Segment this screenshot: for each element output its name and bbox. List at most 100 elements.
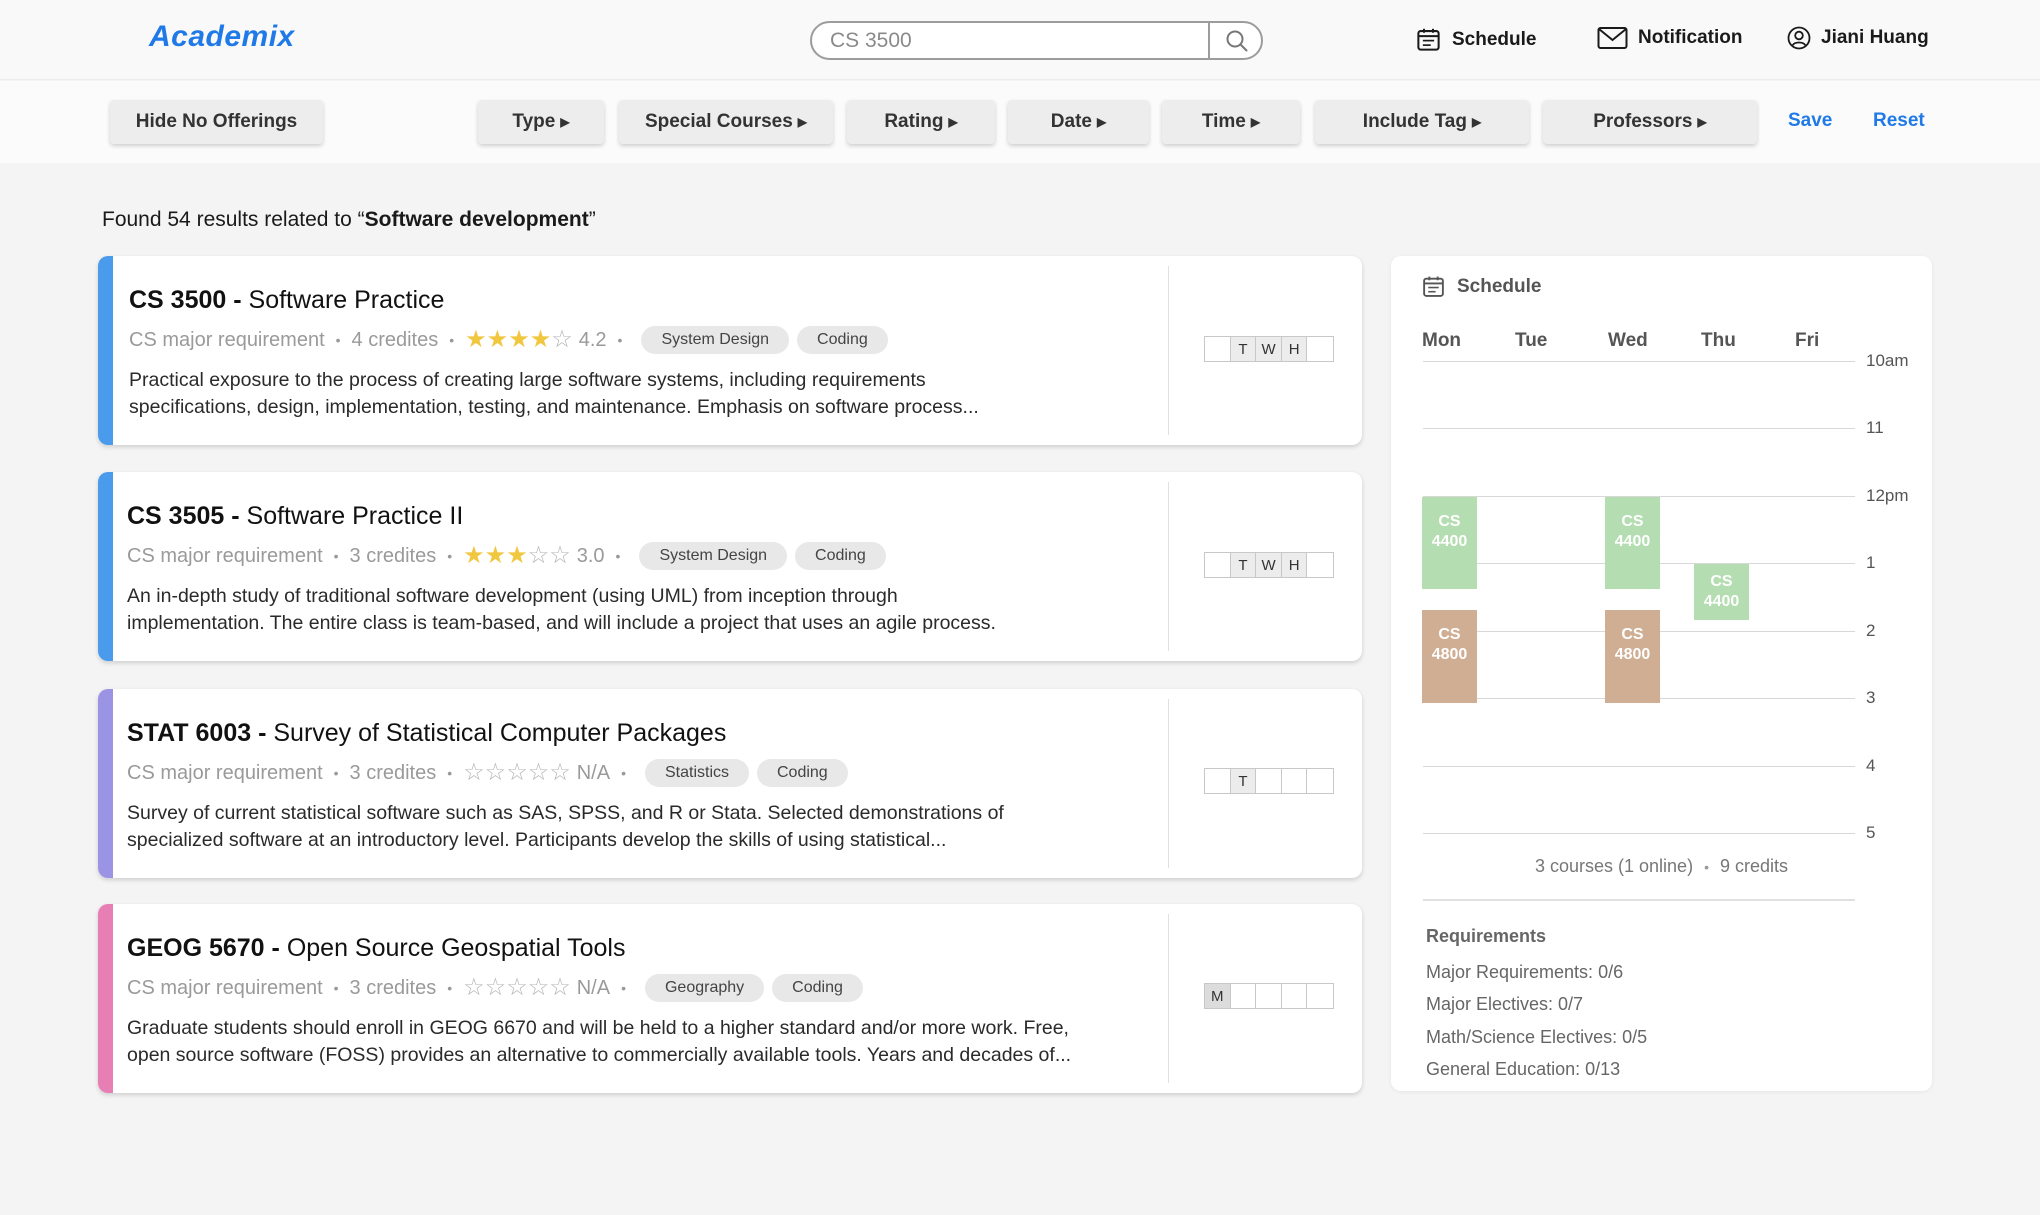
course-description-line: specialized software at an introductory …	[127, 829, 947, 851]
course-tag[interactable]: Coding	[772, 974, 863, 1002]
hour-gridline	[1423, 766, 1855, 767]
separator-dot: •	[447, 548, 453, 564]
schedule-summary: 3 courses (1 online) • 9 credits	[1391, 856, 1932, 877]
weekday-cell	[1231, 984, 1257, 1008]
search-input[interactable]	[830, 29, 1200, 53]
caret-right-icon: ▶	[560, 115, 570, 129]
course-tag[interactable]: System Design	[641, 326, 790, 354]
requirement-item: Major Requirements: 0/6	[1426, 962, 1624, 982]
hour-label: 5	[1866, 823, 1876, 842]
weekday-indicator: TWH	[1204, 552, 1334, 578]
course-tag[interactable]: Coding	[797, 326, 888, 354]
nav-schedule-label: Schedule	[1452, 28, 1537, 50]
course-title[interactable]: STAT 6003 - Survey of Statistical Comput…	[127, 719, 726, 748]
separator-dot: •	[447, 980, 453, 996]
hour-gridline	[1423, 833, 1855, 834]
include-tag-filter-button[interactable]: Include Tag ▶	[1315, 100, 1529, 144]
requirement-item: Math/Science Electives: 0/5	[1426, 1027, 1648, 1047]
weekday-cell: T	[1230, 769, 1257, 793]
separator-dot: •	[621, 980, 626, 996]
schedule-block-cs4400-thu[interactable]: CS 4400	[1694, 564, 1749, 620]
course-description-line: Graduate students should enroll in GEOG …	[127, 1017, 1069, 1039]
weekday-cell	[1307, 553, 1333, 577]
date-filter-label: Date	[1050, 111, 1092, 132]
schedule-block-cs4800-mon[interactable]: CS 4800	[1422, 610, 1477, 703]
course-credits: 3 credites	[349, 976, 437, 999]
star-filled-icon: ★	[486, 326, 509, 353]
calendar-icon	[1417, 28, 1440, 51]
separator-dot: •	[621, 765, 626, 781]
separator-dot: •	[333, 548, 339, 564]
weekday-cell: M	[1205, 984, 1231, 1008]
time-filter-label: Time	[1201, 111, 1246, 132]
calendar-icon	[1423, 276, 1444, 297]
schedule-block-cs4400-wed[interactable]: CS 4400	[1605, 497, 1660, 589]
course-card[interactable]: STAT 6003 - Survey of Statistical Comput…	[98, 689, 1362, 878]
star-empty-icon: ☆	[549, 974, 571, 1001]
caret-right-icon: ▶	[1096, 115, 1107, 129]
hour-label: 12pm	[1866, 486, 1909, 505]
course-tag[interactable]: System Design	[639, 542, 788, 570]
hide-no-offerings-button[interactable]: Hide No Offerings	[110, 100, 323, 144]
course-tag[interactable]: Statistics	[644, 759, 749, 787]
hour-label: 3	[1866, 688, 1876, 707]
results-suffix: ”	[588, 208, 596, 231]
rating-filter-button[interactable]: Rating ▶	[847, 100, 995, 144]
course-description: Survey of current statistical software s…	[127, 800, 1137, 854]
card-divider	[1168, 699, 1169, 868]
weekday-cell	[1307, 984, 1333, 1008]
weekday-indicator: M	[1204, 983, 1334, 1009]
nav-user[interactable]: Jiani Huang	[1787, 26, 1929, 50]
course-title[interactable]: CS 3505 - Software Practice II	[127, 502, 463, 531]
card-divider	[1168, 914, 1169, 1083]
course-tag[interactable]: Coding	[795, 542, 886, 570]
star-empty-icon: ☆	[484, 759, 507, 786]
weekday-cell: H	[1281, 337, 1308, 361]
course-description-line: implementation. The entire class is team…	[127, 612, 996, 634]
weekday-cell	[1256, 769, 1282, 793]
type-filter-label: Type	[512, 111, 556, 132]
separator-dot: •	[617, 332, 623, 348]
course-credits: 4 credites	[351, 328, 439, 351]
nav-notification-label: Notification	[1638, 27, 1743, 48]
course-title[interactable]: GEOG 5670 - Open Source Geospatial Tools	[127, 934, 625, 963]
day-header-mon: Mon	[1422, 330, 1462, 351]
course-description-line: open source software (FOSS) provides an …	[127, 1044, 1072, 1066]
star-filled-icon: ★	[506, 542, 528, 569]
card-divider	[1168, 266, 1169, 435]
app-logo[interactable]: Academix	[149, 20, 295, 54]
star-filled-icon: ★	[508, 326, 530, 353]
date-filter-button[interactable]: Date ▶	[1008, 100, 1149, 144]
day-header-tue: Tue	[1515, 330, 1548, 351]
special-courses-filter-button[interactable]: Special Courses ▶	[619, 100, 833, 144]
course-card[interactable]: GEOG 5670 - Open Source Geospatial Tools…	[98, 904, 1362, 1093]
course-requirement: CS major requirement	[127, 976, 323, 999]
search-bar	[810, 21, 1263, 60]
course-meta: CS major requirement • 3 credites • ☆ ☆ ☆ ☆…	[127, 974, 863, 1002]
save-button[interactable]: Save	[1788, 110, 1832, 132]
course-card[interactable]: CS 3500 - Software Practice CS major req…	[98, 256, 1362, 445]
course-title[interactable]: CS 3500 - Software Practice	[129, 286, 444, 315]
star-empty-icon: ☆	[549, 759, 571, 786]
card-accent-bar	[98, 472, 113, 661]
professors-filter-button[interactable]: Professors ▶	[1543, 100, 1757, 144]
schedule-block-cs4800-wed[interactable]: CS 4800	[1605, 610, 1660, 703]
course-tag[interactable]: Geography	[644, 974, 765, 1002]
search-button[interactable]	[1212, 23, 1262, 58]
nav-schedule[interactable]: Schedule	[1415, 26, 1536, 53]
nav-notification[interactable]: Notification	[1597, 26, 1743, 50]
star-filled-icon: ★	[465, 326, 487, 353]
course-description: Graduate students should enroll in GEOG …	[127, 1015, 1137, 1069]
course-code: CS 3500 -	[129, 286, 242, 314]
weekday-indicator: TWH	[1204, 336, 1334, 362]
schedule-block-cs4400-mon[interactable]: CS 4400	[1422, 497, 1477, 589]
course-tag[interactable]: Coding	[757, 759, 848, 787]
course-card[interactable]: CS 3505 - Software Practice II CS major …	[98, 472, 1362, 661]
rating-filter-label: Rating	[884, 111, 944, 132]
type-filter-button[interactable]: Type ▶	[478, 100, 604, 144]
time-filter-button[interactable]: Time ▶	[1162, 100, 1300, 144]
hour-gridline	[1423, 361, 1855, 362]
weekday-cell	[1307, 337, 1333, 361]
course-meta: CS major requirement • 4 credites • ★ ★ ★ ★…	[129, 326, 888, 354]
reset-button[interactable]: Reset	[1873, 110, 1925, 132]
